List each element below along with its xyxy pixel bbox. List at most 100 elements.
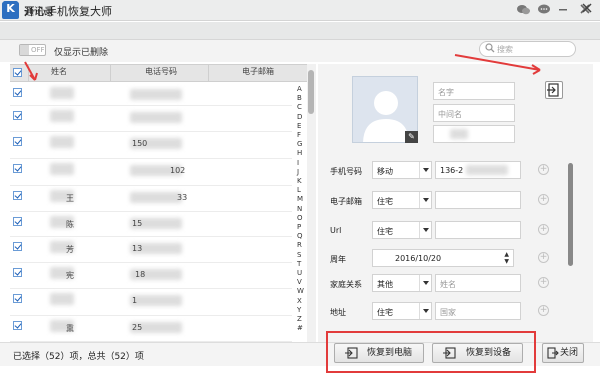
table-scrollbar-thumb[interactable] [308, 70, 314, 114]
field-type-select[interactable]: 住宅 [372, 221, 432, 239]
add-field-icon[interactable]: + [538, 252, 549, 263]
field-type-select[interactable]: 其他 [372, 274, 432, 292]
table-row[interactable]: 102 [10, 159, 292, 186]
message-icon[interactable] [537, 4, 550, 17]
alphabet-letter[interactable]: D [297, 113, 302, 121]
alphabet-letter[interactable]: X [297, 297, 302, 305]
alphabet-letter[interactable]: R [297, 241, 302, 249]
alphabet-letter[interactable]: L [297, 186, 301, 194]
middle-name-field[interactable]: 中间名 [433, 104, 515, 122]
alphabet-letter[interactable]: Y [297, 306, 301, 314]
field-label: 手机号码 [330, 167, 362, 176]
row-checkbox[interactable] [13, 137, 22, 146]
anniversary-date-field[interactable]: 2016/10/20 ▲ ▼ [372, 249, 514, 267]
table-row[interactable] [10, 83, 292, 106]
field-value-input[interactable]: 姓名 [435, 274, 521, 292]
first-name-placeholder: 名字 [438, 88, 454, 97]
field-type-select[interactable]: 移动 [372, 161, 432, 179]
date-spinner-icon[interactable]: ▲ ▼ [504, 251, 509, 265]
chevron-down-icon [419, 222, 431, 238]
contact-phone: 150 [132, 139, 148, 148]
table-row[interactable]: 1 [10, 289, 292, 316]
only-deleted-toggle[interactable]: OFF [19, 44, 46, 56]
alphabet-letter[interactable]: S [297, 251, 301, 259]
alphabet-letter[interactable]: E [297, 122, 301, 130]
export-contact-button[interactable] [545, 81, 563, 99]
table-row[interactable]: 陈 15 [10, 212, 292, 237]
alphabet-letter[interactable]: Z [297, 315, 302, 323]
chevron-down-icon [419, 275, 431, 291]
row-checkbox[interactable] [13, 111, 22, 120]
row-checkbox[interactable] [13, 268, 22, 277]
alphabet-letter[interactable]: W [297, 287, 304, 295]
alphabet-letter[interactable]: O [297, 214, 303, 222]
table-row[interactable]: 熏 25 [10, 316, 292, 342]
field-value-input[interactable] [435, 221, 521, 239]
blurred-phone [130, 192, 182, 203]
field-value: 136-2 [440, 166, 464, 175]
column-divider [208, 64, 209, 82]
column-header-email[interactable]: 电子邮箱 [242, 66, 274, 77]
add-field-icon[interactable]: + [538, 194, 549, 205]
table-row[interactable]: 宪 18 [10, 263, 292, 289]
alphabet-letter[interactable]: B [297, 94, 302, 102]
field-type-select[interactable]: 住宅 [372, 302, 432, 320]
export-icon [547, 83, 559, 97]
wechat-icon[interactable] [517, 4, 530, 17]
field-type-select[interactable]: 住宅 [372, 191, 432, 209]
alphabet-letter[interactable]: A [297, 85, 302, 93]
blurred-name [50, 136, 74, 148]
alphabet-letter[interactable]: M [297, 195, 303, 203]
minimize-icon[interactable] [556, 4, 569, 17]
column-header-phone[interactable]: 电话号码 [145, 66, 177, 77]
add-field-icon[interactable]: + [538, 224, 549, 235]
last-name-field[interactable] [433, 125, 515, 143]
alphabet-letter[interactable]: N [297, 205, 302, 213]
row-checkbox[interactable] [13, 88, 22, 97]
alphabet-letter[interactable]: H [297, 149, 302, 157]
alphabet-letter[interactable]: K [297, 177, 302, 185]
field-value-input[interactable] [435, 191, 521, 209]
row-checkbox[interactable] [13, 164, 22, 173]
field-value: 国家 [440, 308, 456, 317]
contact-phone: 25 [132, 323, 143, 332]
field-value-input[interactable]: 国家 [435, 302, 521, 320]
field-type-value: 住宅 [377, 308, 393, 317]
table-row[interactable] [10, 106, 292, 132]
table-row[interactable]: 150 [10, 132, 292, 159]
add-field-icon[interactable]: + [538, 305, 549, 316]
alphabet-letter[interactable]: T [297, 260, 301, 268]
alphabet-letter[interactable]: # [297, 324, 303, 332]
field-type-value: 住宅 [377, 227, 393, 236]
alphabet-letter[interactable]: C [297, 103, 302, 111]
column-header-name[interactable]: 姓名 [51, 66, 67, 77]
alphabet-letter[interactable]: G [297, 140, 302, 148]
alphabet-letter[interactable]: F [297, 131, 301, 139]
row-checkbox[interactable] [13, 294, 22, 303]
select-all-checkbox[interactable] [13, 68, 22, 77]
field-type-value: 移动 [377, 167, 393, 176]
close-label: 关闭 [560, 348, 579, 358]
close-button[interactable]: 关闭 [542, 343, 584, 363]
row-checkbox[interactable] [13, 217, 22, 226]
alphabet-letter[interactable]: U [297, 269, 302, 277]
detail-scrollbar-thumb[interactable] [568, 163, 573, 266]
alphabet-letter[interactable]: Q [297, 232, 303, 240]
alphabet-letter[interactable]: P [297, 223, 301, 231]
first-name-field[interactable]: 名字 [433, 82, 515, 100]
contact-phone: 18 [135, 270, 146, 279]
add-field-icon[interactable]: + [538, 277, 549, 288]
row-checkbox[interactable] [13, 321, 22, 330]
selection-status: 已选择（52）项，总共（52）项 [13, 352, 144, 362]
alphabet-letter[interactable]: V [297, 278, 302, 286]
add-field-icon[interactable]: + [538, 164, 549, 175]
row-checkbox[interactable] [13, 191, 22, 200]
field-value-input[interactable]: 136-2 [435, 161, 521, 179]
dialog-close-icon[interactable] [580, 2, 594, 16]
row-checkbox[interactable] [13, 242, 22, 251]
edit-avatar-icon[interactable]: ✎ [405, 131, 418, 143]
alphabet-letter[interactable]: I [297, 159, 299, 167]
alphabet-letter[interactable]: J [297, 168, 299, 176]
table-row[interactable]: 王 33 [10, 186, 292, 212]
table-row[interactable]: 芳 13 [10, 237, 292, 263]
